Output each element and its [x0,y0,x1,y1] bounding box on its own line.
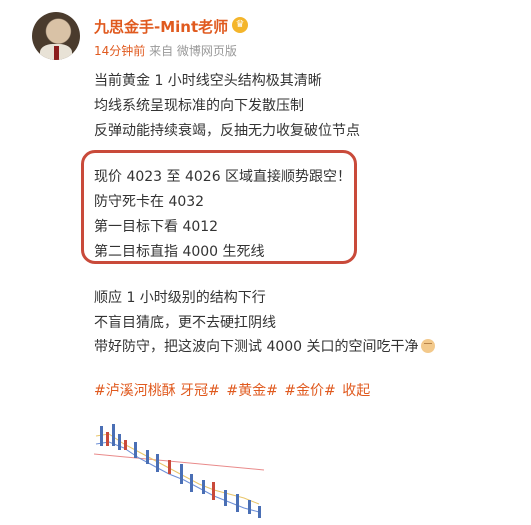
avatar[interactable] [32,12,80,60]
post-meta: 14分钟前 来自 微博网页版 [94,42,237,59]
post-time[interactable]: 14分钟前 [94,44,145,58]
collapse-link[interactable]: 收起 [342,383,370,399]
post-line-5: 不盲目猜底，更不去硬扛阴线 [94,315,276,331]
box-line-4: 第二目标直指 4000 生死线 [94,244,265,260]
post-line-6: 带好防守，把这波向下测试 4000 关口的空间吃干净 [94,336,435,356]
crown-icon: ♛ [232,17,248,33]
topic-tags: #泸溪河桃酥 牙冠# #黄金# #金价# 收起 [94,380,372,400]
author-name[interactable]: 九思金手-Mint老师 [94,16,228,37]
tag-link-3[interactable]: #金价# [284,383,335,399]
post-line-3: 反弹动能持续衰竭，反抽无力收复破位节点 [94,123,360,139]
highlight-box: 现价 4023 至 4026 区域直接顺势跟空！ 防守死卡在 4032 第一目标… [81,150,357,264]
avatar-tie [54,46,59,60]
post-line-1: 当前黄金 1 小时线空头结构极其清晰 [94,73,322,89]
post-line-4: 顺应 1 小时级别的结构下行 [94,290,266,306]
tag-link-1[interactable]: #泸溪河桃酥 牙冠# [94,383,220,399]
post-line-6-text: 带好防守，把这波向下测试 4000 关口的空间吃干净 [94,339,419,355]
tag-link-2[interactable]: #黄金# [226,383,277,399]
box-line-1: 现价 4023 至 4026 区域直接顺势跟空！ [94,169,352,185]
box-line-2: 防守死卡在 4032 [94,194,205,210]
post-line-2: 均线系统呈现标准的向下发散压制 [94,98,304,114]
fist-emoji-icon [420,339,435,353]
chart-thumbnail[interactable] [94,414,272,525]
box-line-3: 第一目标下看 4012 [94,219,219,235]
post-source: 来自 微博网页版 [149,44,237,58]
